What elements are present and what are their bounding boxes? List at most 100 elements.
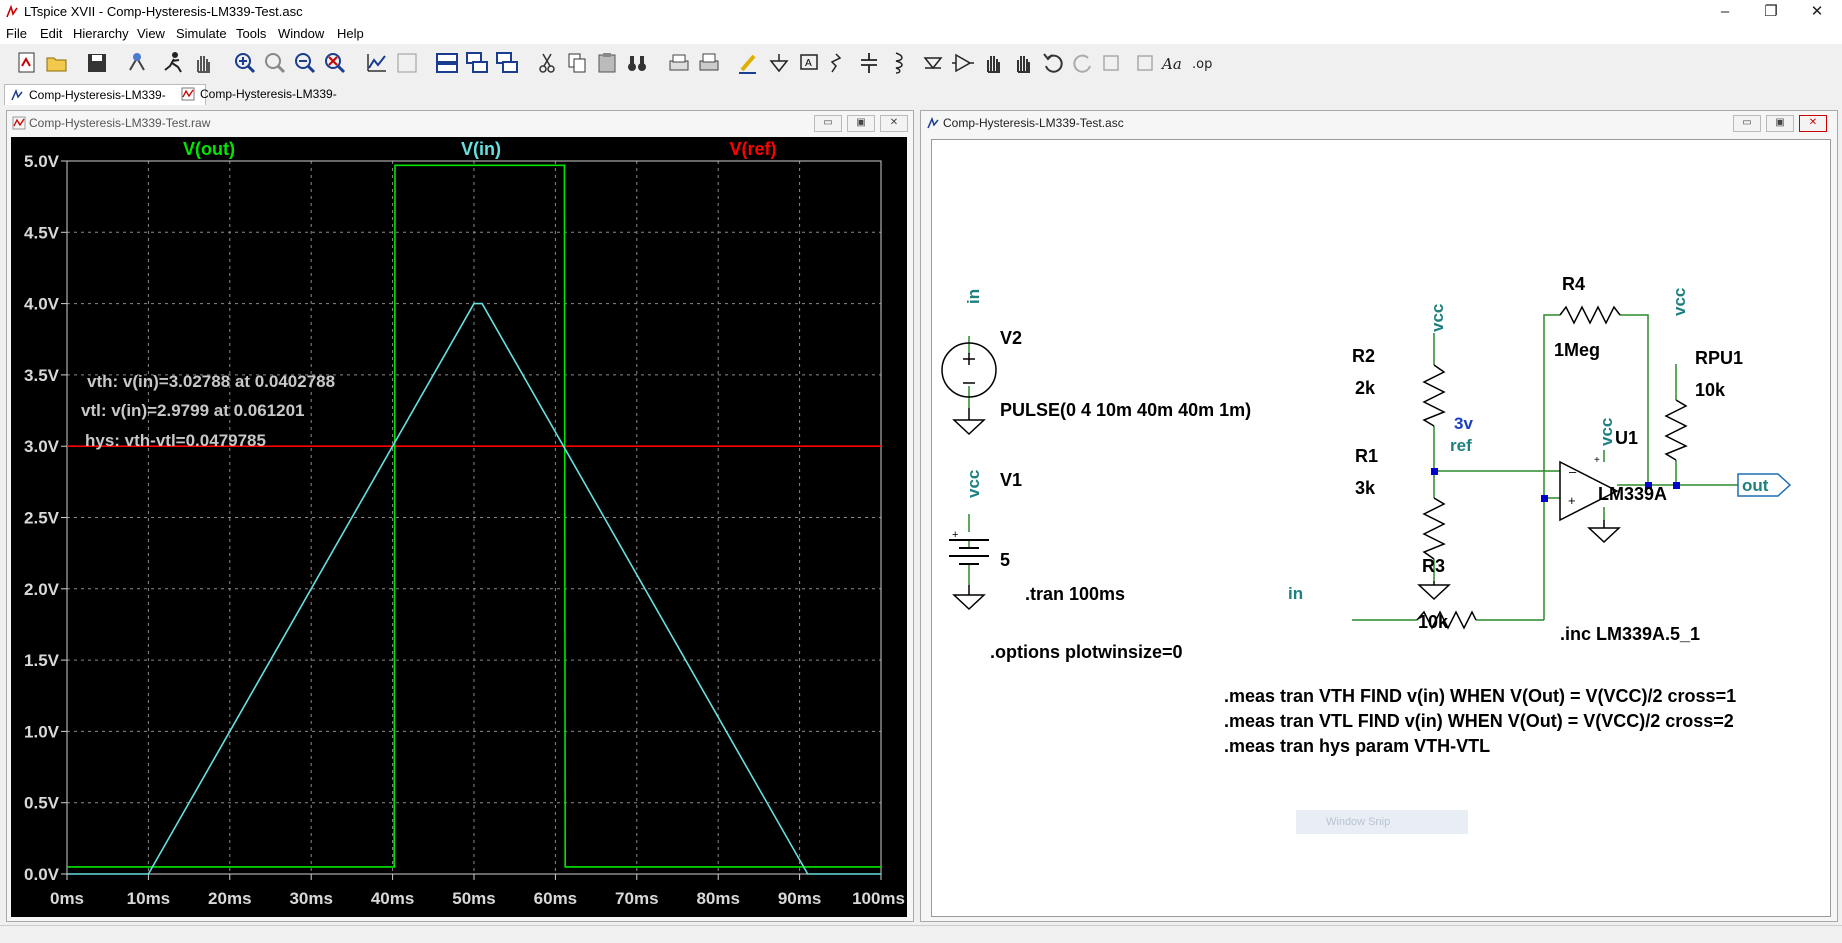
control-panel-icon[interactable] (124, 50, 150, 76)
v1-net-label: vcc (964, 469, 983, 498)
u1-value: LM339A (1598, 484, 1668, 504)
maximize-button[interactable]: ❐ (1748, 0, 1794, 24)
waveform-close-button[interactable]: ✕ (880, 115, 908, 132)
y-tick-label: 4.5V (24, 223, 60, 242)
options-directive[interactable]: .options plotwinsize=0 (990, 642, 1183, 663)
save-icon[interactable] (84, 50, 110, 76)
spice-directive-icon[interactable]: .op (1190, 50, 1216, 76)
legend-entry[interactable]: V(ref) (729, 139, 776, 159)
schematic-close-button[interactable]: ✕ (1799, 115, 1827, 132)
schematic-restore-button[interactable]: ▣ (1766, 115, 1794, 132)
close-button[interactable]: ✕ (1794, 0, 1840, 24)
run-icon[interactable] (160, 50, 186, 76)
u1-name: U1 (1615, 428, 1639, 448)
tran-directive[interactable]: .tran 100ms (1025, 584, 1125, 605)
y-tick-label: 1.0V (24, 722, 60, 741)
meas-directive-vth[interactable]: .meas tran VTH FIND v(in) WHEN V(Out) = … (1224, 686, 1736, 707)
waveform-restore-button[interactable]: ▣ (847, 115, 875, 132)
capacitor-icon[interactable] (856, 50, 882, 76)
u1-minus-mark: – (1569, 464, 1577, 479)
waveform-plot[interactable]: 0.0V 0.5V 1.0V 1.5V 2.0V 2.5V 3.0V 3.5V 4.0V 4.5V… (11, 137, 907, 917)
waveform-window-titlebar[interactable]: Comp-Hysteresis-LM339-Test.raw ▭ ▣ ✕ (7, 111, 913, 135)
menu-help[interactable]: Help (337, 26, 364, 41)
schematic-window: Comp-Hysteresis-LM339-Test.asc ▭ ▣ ✕ + –… (920, 110, 1838, 922)
component-icon[interactable] (950, 50, 976, 76)
redo-icon[interactable] (1070, 50, 1096, 76)
r4-resistor-symbol (1559, 305, 1621, 325)
v1-ground-symbol (952, 585, 986, 611)
y-tick-label: 2.0V (24, 580, 60, 599)
inductor-icon[interactable] (886, 50, 912, 76)
waveform-tab-icon (181, 87, 195, 101)
r4-name: R4 (1562, 274, 1586, 294)
pan-zoom-icon[interactable] (262, 50, 288, 76)
menu-simulate[interactable]: Simulate (176, 26, 227, 41)
comment-3v: 3v (1454, 414, 1473, 433)
trace-legend: V(out) V(in) V(ref) (183, 139, 777, 159)
r2-name: R2 (1352, 346, 1376, 366)
find-binoculars-icon[interactable] (624, 50, 650, 76)
r2-resistor-symbol (1422, 364, 1446, 427)
svg-text:.op: .op (1192, 57, 1212, 72)
zoom-in-icon[interactable] (232, 50, 258, 76)
rpu1-name: RPU1 (1695, 348, 1744, 368)
label-net-icon[interactable]: A (796, 50, 822, 76)
tile-horizontal-icon[interactable] (434, 50, 460, 76)
junction-dot (1431, 468, 1438, 475)
drag-hand-icon[interactable] (1010, 50, 1036, 76)
menu-view[interactable]: View (137, 26, 165, 41)
rotate-icon[interactable] (1100, 50, 1126, 76)
new-schematic-icon[interactable] (14, 50, 40, 76)
menu-window[interactable]: Window (278, 26, 324, 41)
schematic-drawing[interactable]: + – + + (932, 140, 1830, 916)
inc-directive[interactable]: .inc LM339A.5_1 (1560, 624, 1700, 645)
print-preview-icon[interactable] (666, 50, 692, 76)
ground-icon[interactable] (766, 50, 792, 76)
y-tick-label: 2.5V (24, 509, 60, 528)
rpu1-resistor-symbol (1664, 399, 1688, 461)
x-tick-label: 90ms (778, 889, 821, 908)
schematic-window-titlebar[interactable]: Comp-Hysteresis-LM339-Test.asc ▭ ▣ ✕ (921, 111, 1837, 135)
autorange-icon[interactable] (364, 50, 390, 76)
menu-hierarchy[interactable]: Hierarchy (73, 26, 129, 41)
open-folder-icon[interactable] (44, 50, 70, 76)
copy-icon[interactable] (564, 50, 590, 76)
cut-icon[interactable] (534, 50, 560, 76)
meas-directive-vtl[interactable]: .meas tran VTL FIND v(in) WHEN V(Out) = … (1224, 711, 1734, 732)
y-tick-label: 3.0V (24, 437, 60, 456)
manual-limits-icon[interactable] (394, 50, 420, 76)
move-hand-icon[interactable] (980, 50, 1006, 76)
menu-file[interactable]: File (6, 26, 27, 41)
cascade-icon[interactable] (464, 50, 490, 76)
waveform-plot-pane[interactable]: 0.0V 0.5V 1.0V 1.5V 2.0V 2.5V 3.0V 3.5V 4.0V 4.5V… (11, 137, 907, 917)
meas-directive-hys[interactable]: .meas tran hys param VTH-VTL (1224, 736, 1490, 757)
waveform-minimize-button[interactable]: ▭ (814, 115, 842, 132)
zoom-fit-icon[interactable] (322, 50, 348, 76)
close-all-icon[interactable] (494, 50, 520, 76)
menu-tools[interactable]: Tools (236, 26, 266, 41)
v2-net-label: in (964, 288, 983, 304)
schematic-canvas[interactable]: + – + + in V2 PULSE(0 4 10m 40m 40m 1m) … (931, 139, 1831, 917)
print-icon[interactable] (696, 50, 722, 76)
paste-icon[interactable] (594, 50, 620, 76)
zoom-out-icon[interactable] (292, 50, 318, 76)
y-tick-label: 0.0V (24, 865, 60, 884)
undo-icon[interactable] (1040, 50, 1066, 76)
text-aa-icon[interactable]: Aa (1160, 50, 1186, 76)
tab-waveform[interactable]: Comp-Hysteresis-LM339-Test.raw (176, 84, 386, 121)
legend-entry[interactable]: V(out) (183, 139, 235, 159)
schematic-minimize-button[interactable]: ▭ (1733, 115, 1761, 132)
y-tick-label: 1.5V (24, 651, 60, 670)
resistor-icon[interactable] (826, 50, 852, 76)
menu-edit[interactable]: Edit (40, 26, 62, 41)
meas-vtl: vtl: v(in)=2.9799 at 0.061201 (81, 401, 305, 420)
diode-icon[interactable] (920, 50, 946, 76)
legend-entry[interactable]: V(in) (461, 139, 501, 159)
mirror-icon[interactable] (1130, 50, 1156, 76)
draw-wire-icon[interactable] (736, 50, 762, 76)
schematic-window-title: Comp-Hysteresis-LM339-Test.asc (943, 116, 1124, 130)
halt-hand-icon[interactable] (190, 50, 216, 76)
minimize-button[interactable]: – (1702, 0, 1748, 24)
trace-v-out (67, 164, 881, 868)
svg-text:Aa: Aa (1160, 55, 1182, 73)
